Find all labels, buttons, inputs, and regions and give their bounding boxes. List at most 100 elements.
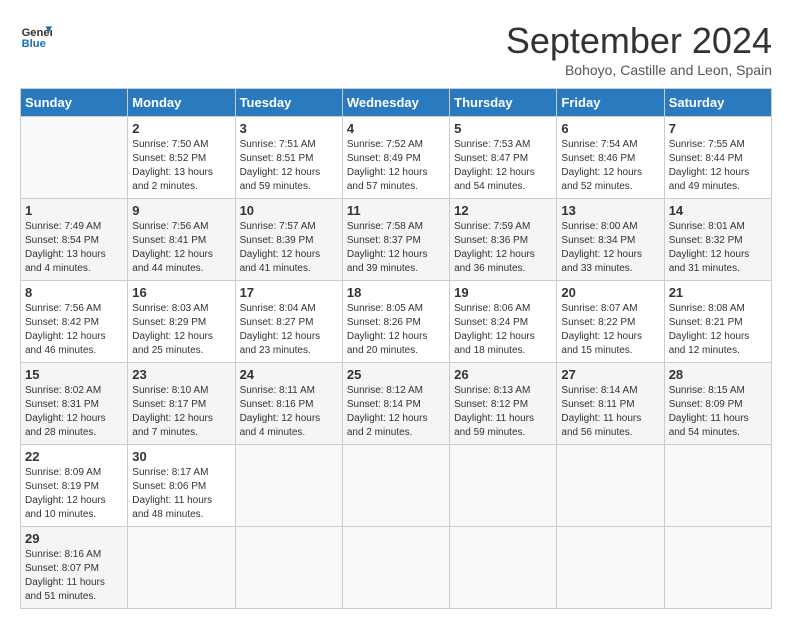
calendar-cell: 7Sunrise: 7:55 AMSunset: 8:44 PMDaylight… bbox=[664, 117, 771, 199]
weekday-header-tuesday: Tuesday bbox=[235, 89, 342, 117]
calendar-cell bbox=[664, 445, 771, 527]
day-number: 28 bbox=[669, 367, 767, 382]
day-number: 30 bbox=[132, 449, 230, 464]
calendar-cell: 24 Sunrise: 8:11 AMSunset: 8:16 PMDayligh… bbox=[235, 363, 342, 445]
calendar-cell: 10 Sunrise: 7:57 AMSunset: 8:39 PMDayligh… bbox=[235, 199, 342, 281]
logo: General Blue bbox=[20, 20, 52, 52]
calendar-cell: 9 Sunrise: 7:56 AMSunset: 8:41 PMDaylight… bbox=[128, 199, 235, 281]
day-info: Sunrise: 7:56 AMSunset: 8:41 PMDaylight:… bbox=[132, 220, 230, 276]
day-info: Sunrise: 8:12 AMSunset: 8:14 PMDaylight:… bbox=[347, 384, 445, 440]
day-number: 26 bbox=[454, 367, 552, 382]
day-info: Sunrise: 7:55 AMSunset: 8:44 PMDaylight:… bbox=[669, 138, 767, 194]
day-number: 19 bbox=[454, 285, 552, 300]
weekday-header-thursday: Thursday bbox=[450, 89, 557, 117]
location-subtitle: Bohoyo, Castille and Leon, Spain bbox=[506, 62, 772, 78]
day-number: 8 bbox=[25, 285, 123, 300]
calendar-cell: 26 Sunrise: 8:13 AMSunset: 8:12 PMDayligh… bbox=[450, 363, 557, 445]
calendar-cell: 8 Sunrise: 7:56 AMSunset: 8:42 PMDaylight… bbox=[21, 281, 128, 363]
day-info: Sunrise: 7:58 AMSunset: 8:37 PMDaylight:… bbox=[347, 220, 445, 276]
day-info: Sunrise: 8:07 AMSunset: 8:22 PMDaylight:… bbox=[561, 302, 659, 358]
svg-text:Blue: Blue bbox=[22, 38, 46, 50]
day-info: Sunrise: 8:11 AMSunset: 8:16 PMDaylight:… bbox=[240, 384, 338, 440]
calendar-cell: 23Sunrise: 8:10 AMSunset: 8:17 PMDayligh… bbox=[128, 363, 235, 445]
calendar-cell: 6Sunrise: 7:54 AMSunset: 8:46 PMDaylight… bbox=[557, 117, 664, 199]
calendar-cell bbox=[128, 527, 235, 609]
day-number: 24 bbox=[240, 367, 338, 382]
day-number: 20 bbox=[561, 285, 659, 300]
day-info: Sunrise: 7:56 AMSunset: 8:42 PMDaylight:… bbox=[25, 302, 123, 358]
day-number: 25 bbox=[347, 367, 445, 382]
logo-icon: General Blue bbox=[20, 20, 52, 52]
calendar-week-row: 1Sunrise: 7:49 AMSunset: 8:54 PMDaylight… bbox=[21, 199, 772, 281]
calendar-cell: 4Sunrise: 7:52 AMSunset: 8:49 PMDaylight… bbox=[342, 117, 449, 199]
calendar-cell: 29 Sunrise: 8:16 AMSunset: 8:07 PMDayligh… bbox=[21, 527, 128, 609]
weekday-header-sunday: Sunday bbox=[21, 89, 128, 117]
day-number: 11 bbox=[347, 203, 445, 218]
day-number: 29 bbox=[25, 531, 123, 546]
month-title: September 2024 bbox=[506, 20, 772, 62]
day-number: 12 bbox=[454, 203, 552, 218]
day-info: Sunrise: 7:50 AMSunset: 8:52 PMDaylight:… bbox=[132, 138, 230, 194]
day-number: 22 bbox=[25, 449, 123, 464]
day-number: 10 bbox=[240, 203, 338, 218]
calendar-cell bbox=[450, 445, 557, 527]
day-number: 21 bbox=[669, 285, 767, 300]
calendar-cell: 20 Sunrise: 8:07 AMSunset: 8:22 PMDayligh… bbox=[557, 281, 664, 363]
calendar-cell: 15 Sunrise: 8:02 AMSunset: 8:31 PMDayligh… bbox=[21, 363, 128, 445]
page-header: General Blue September 2024 Bohoyo, Cast… bbox=[20, 20, 772, 78]
calendar-cell: 14 Sunrise: 8:01 AMSunset: 8:32 PMDayligh… bbox=[664, 199, 771, 281]
day-info: Sunrise: 8:08 AMSunset: 8:21 PMDaylight:… bbox=[669, 302, 767, 358]
day-number: 18 bbox=[347, 285, 445, 300]
day-info: Sunrise: 8:05 AMSunset: 8:26 PMDaylight:… bbox=[347, 302, 445, 358]
calendar-week-row: 2 Sunrise: 7:50 AMSunset: 8:52 PMDaylight… bbox=[21, 117, 772, 199]
day-number: 23 bbox=[132, 367, 230, 382]
day-info: Sunrise: 8:13 AMSunset: 8:12 PMDaylight:… bbox=[454, 384, 552, 440]
day-number: 4 bbox=[347, 121, 445, 136]
day-info: Sunrise: 8:04 AMSunset: 8:27 PMDaylight:… bbox=[240, 302, 338, 358]
day-info: Sunrise: 8:01 AMSunset: 8:32 PMDaylight:… bbox=[669, 220, 767, 276]
day-info: Sunrise: 8:00 AMSunset: 8:34 PMDaylight:… bbox=[561, 220, 659, 276]
calendar-cell bbox=[557, 527, 664, 609]
day-info: Sunrise: 7:57 AMSunset: 8:39 PMDaylight:… bbox=[240, 220, 338, 276]
weekday-header-monday: Monday bbox=[128, 89, 235, 117]
calendar-cell bbox=[342, 527, 449, 609]
calendar-cell: 16Sunrise: 8:03 AMSunset: 8:29 PMDayligh… bbox=[128, 281, 235, 363]
day-number: 1 bbox=[25, 203, 123, 218]
calendar-cell: 17 Sunrise: 8:04 AMSunset: 8:27 PMDayligh… bbox=[235, 281, 342, 363]
day-info: Sunrise: 8:15 AMSunset: 8:09 PMDaylight:… bbox=[669, 384, 767, 440]
day-info: Sunrise: 8:09 AMSunset: 8:19 PMDaylight:… bbox=[25, 466, 123, 522]
calendar-cell: 19 Sunrise: 8:06 AMSunset: 8:24 PMDayligh… bbox=[450, 281, 557, 363]
day-info: Sunrise: 8:06 AMSunset: 8:24 PMDaylight:… bbox=[454, 302, 552, 358]
calendar-cell: 11 Sunrise: 7:58 AMSunset: 8:37 PMDayligh… bbox=[342, 199, 449, 281]
calendar-cell: 1Sunrise: 7:49 AMSunset: 8:54 PMDaylight… bbox=[21, 199, 128, 281]
calendar-cell bbox=[664, 527, 771, 609]
calendar-cell: 22 Sunrise: 8:09 AMSunset: 8:19 PMDayligh… bbox=[21, 445, 128, 527]
day-number: 5 bbox=[454, 121, 552, 136]
calendar-cell: 25 Sunrise: 8:12 AMSunset: 8:14 PMDayligh… bbox=[342, 363, 449, 445]
day-info: Sunrise: 7:59 AMSunset: 8:36 PMDaylight:… bbox=[454, 220, 552, 276]
calendar-cell: 18 Sunrise: 8:05 AMSunset: 8:26 PMDayligh… bbox=[342, 281, 449, 363]
calendar-cell: 27Sunrise: 8:14 AMSunset: 8:11 PMDayligh… bbox=[557, 363, 664, 445]
calendar-cell: 21 Sunrise: 8:08 AMSunset: 8:21 PMDayligh… bbox=[664, 281, 771, 363]
calendar-cell bbox=[557, 445, 664, 527]
title-block: September 2024 Bohoyo, Castille and Leon… bbox=[506, 20, 772, 78]
weekday-header-row: SundayMondayTuesdayWednesdayThursdayFrid… bbox=[21, 89, 772, 117]
calendar-week-row: 15 Sunrise: 8:02 AMSunset: 8:31 PMDayligh… bbox=[21, 363, 772, 445]
calendar-table: SundayMondayTuesdayWednesdayThursdayFrid… bbox=[20, 88, 772, 609]
day-number: 15 bbox=[25, 367, 123, 382]
day-number: 9 bbox=[132, 203, 230, 218]
day-info: Sunrise: 8:02 AMSunset: 8:31 PMDaylight:… bbox=[25, 384, 123, 440]
day-number: 17 bbox=[240, 285, 338, 300]
weekday-header-saturday: Saturday bbox=[664, 89, 771, 117]
calendar-cell: 12 Sunrise: 7:59 AMSunset: 8:36 PMDayligh… bbox=[450, 199, 557, 281]
day-info: Sunrise: 8:16 AMSunset: 8:07 PMDaylight:… bbox=[25, 548, 123, 604]
day-number: 27 bbox=[561, 367, 659, 382]
day-number: 2 bbox=[132, 121, 230, 136]
calendar-cell bbox=[21, 117, 128, 199]
calendar-cell: 30Sunrise: 8:17 AMSunset: 8:06 PMDayligh… bbox=[128, 445, 235, 527]
day-number: 14 bbox=[669, 203, 767, 218]
day-info: Sunrise: 7:51 AMSunset: 8:51 PMDaylight:… bbox=[240, 138, 338, 194]
day-number: 16 bbox=[132, 285, 230, 300]
calendar-cell: 13Sunrise: 8:00 AMSunset: 8:34 PMDayligh… bbox=[557, 199, 664, 281]
day-info: Sunrise: 7:53 AMSunset: 8:47 PMDaylight:… bbox=[454, 138, 552, 194]
